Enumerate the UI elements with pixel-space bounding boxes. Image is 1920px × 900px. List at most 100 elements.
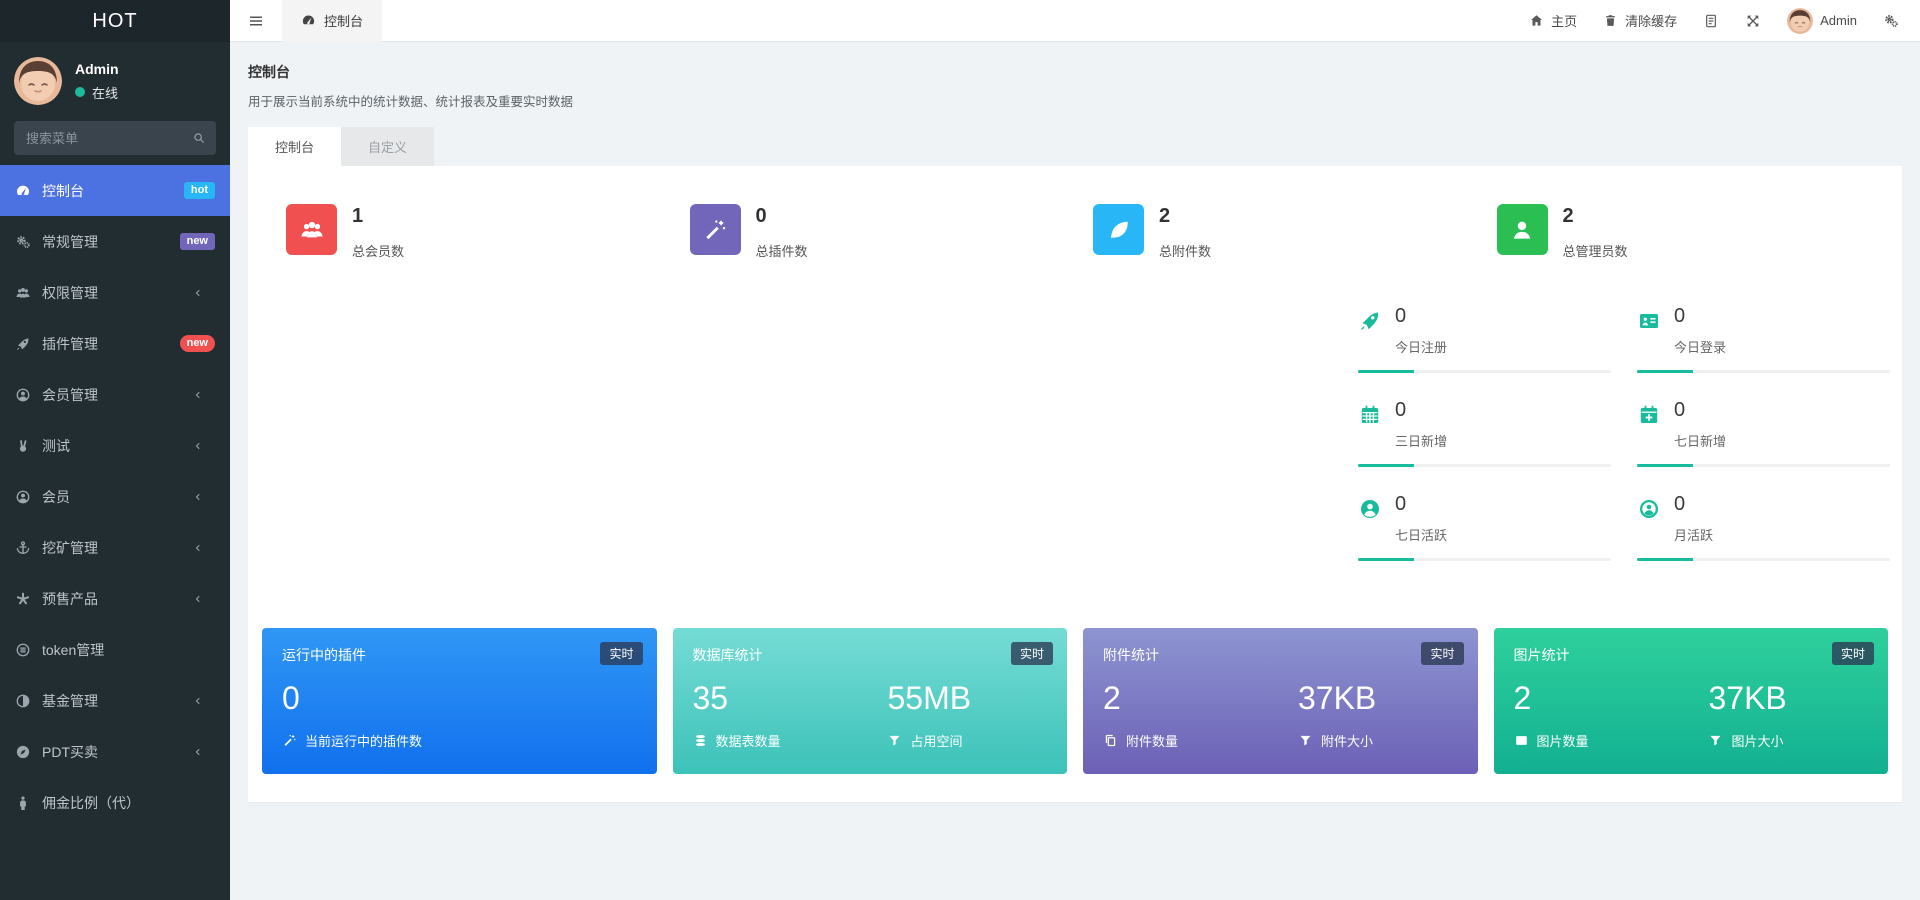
- sidebar-item-label: 权限管理: [42, 283, 98, 303]
- copy-icon: [1103, 733, 1118, 748]
- topbar-user-label: Admin: [1820, 13, 1857, 28]
- bars-icon: [247, 12, 265, 30]
- card-running-plugins: 运行中的插件 实时 0 当前运行中的插件数: [262, 628, 657, 774]
- compass-icon: [15, 744, 31, 760]
- sidebar-item-plugins[interactable]: 插件管理 new: [0, 318, 230, 369]
- tachometer-icon: [15, 183, 31, 199]
- sidebar-item-presale[interactable]: 预售产品: [0, 573, 230, 624]
- sidebar-item-label: 基金管理: [42, 691, 98, 711]
- mini-label: 月活跃: [1674, 525, 1713, 544]
- online-dot: [75, 87, 85, 97]
- document-icon: [1703, 13, 1719, 29]
- sidebar-item-commission[interactable]: 佣金比例（代）: [0, 777, 230, 828]
- card-value: 0: [282, 682, 477, 714]
- sidebar-item-label: 挖矿管理: [42, 538, 98, 558]
- chevron-left-icon: [192, 542, 204, 554]
- sidebar-item-test[interactable]: 测试: [0, 420, 230, 471]
- rocket-icon: [1358, 309, 1382, 333]
- chevron-left-icon: [192, 695, 204, 707]
- card-label: 附件大小: [1321, 731, 1373, 750]
- progress-bar: [1637, 464, 1890, 467]
- brand: HOT: [0, 0, 230, 42]
- user-circle-icon: [15, 489, 31, 505]
- image-icon: [1514, 733, 1529, 748]
- mini-label: 七日活跃: [1395, 525, 1447, 544]
- sidebar-item-label: 预售产品: [42, 589, 98, 609]
- fullscreen-button[interactable]: [1732, 0, 1774, 42]
- user-menu[interactable]: Admin: [1774, 0, 1870, 42]
- card-label: 图片大小: [1731, 731, 1783, 750]
- sidebar-item-general[interactable]: 常规管理 new: [0, 216, 230, 267]
- search-input[interactable]: [14, 121, 216, 155]
- trash-icon: [1603, 13, 1618, 28]
- wand-icon: [690, 204, 741, 255]
- card-value: 37KB: [1298, 682, 1376, 714]
- anchor-icon: [15, 540, 31, 556]
- calendar-icon: [1358, 403, 1382, 427]
- adjust-icon: [15, 693, 31, 709]
- wand-icon: [282, 733, 297, 748]
- dashboard-panel: 1总会员数 0总插件数 2总附件数 2总管理员数 0今日注册: [248, 166, 1902, 802]
- user-circle-icon: [15, 387, 31, 403]
- user-filled-icon: [1358, 497, 1382, 521]
- stat-total-attachments: 2总附件数: [1075, 204, 1479, 260]
- card-value: 35: [693, 682, 888, 714]
- card-value: 55MB: [887, 682, 971, 714]
- funnel-icon: [1298, 733, 1313, 748]
- summary-cards: 运行中的插件 实时 0 当前运行中的插件数 数据库统计 实时 3555MB 数据…: [262, 628, 1888, 774]
- stat-total-members: 1 总会员数: [268, 204, 672, 260]
- card-label: 当前运行中的插件数: [305, 731, 422, 750]
- main-content: 控制台 用于展示当前系统中的统计数据、统计报表及重要实时数据 控制台 自定义 1…: [230, 42, 1920, 900]
- card-label: 附件数量: [1126, 731, 1178, 750]
- mini-label: 七日新增: [1674, 431, 1726, 450]
- mini-stat-3day-new: 0三日新增: [1358, 398, 1611, 467]
- home-label: 主页: [1551, 11, 1577, 30]
- settings-button[interactable]: [1870, 0, 1912, 42]
- address-card-icon: [1637, 309, 1661, 333]
- sidebar-item-permissions[interactable]: 权限管理: [0, 267, 230, 318]
- stat-value: 1: [352, 206, 404, 226]
- card-title: 图片统计: [1514, 645, 1869, 665]
- realtime-badge: 实时: [600, 642, 642, 665]
- sidebar-item-mining[interactable]: 挖矿管理: [0, 522, 230, 573]
- tab-console[interactable]: 控制台: [248, 127, 341, 166]
- expand-icon: [1745, 13, 1761, 29]
- progress-bar: [1358, 370, 1611, 373]
- mini-value: 0: [1395, 306, 1447, 326]
- sidebar-toggle-button[interactable]: [230, 0, 282, 42]
- sidebar-item-console[interactable]: 控制台 hot: [0, 165, 230, 216]
- clear-cache-button[interactable]: 清除缓存: [1590, 0, 1690, 42]
- funnel-icon: [887, 733, 902, 748]
- user-status-label: 在线: [92, 83, 118, 102]
- sidebar-item-label: token管理: [42, 640, 104, 660]
- sidebar-item-members[interactable]: 会员管理: [0, 369, 230, 420]
- sidebar-item-label: 佣金比例（代）: [42, 793, 140, 813]
- language-button[interactable]: [1690, 0, 1732, 42]
- chevron-left-icon: [192, 389, 204, 401]
- search-icon: [192, 131, 206, 145]
- clear-cache-label: 清除缓存: [1625, 11, 1677, 30]
- sidebar-item-label: 会员: [42, 487, 70, 507]
- topbar-tab-console[interactable]: 控制台: [282, 0, 382, 42]
- stat-label: 总会员数: [352, 241, 404, 260]
- progress-bar: [1358, 558, 1611, 561]
- user-icon: [1497, 204, 1548, 255]
- stat-value: 2: [1563, 206, 1628, 226]
- sidebar-item-member[interactable]: 会员: [0, 471, 230, 522]
- sidebar-item-label: 会员管理: [42, 385, 98, 405]
- card-attachment-stats: 附件统计 实时 237KB 附件数量 附件大小: [1083, 628, 1478, 774]
- topbar-tab-label: 控制台: [324, 11, 363, 30]
- card-value: 37KB: [1708, 682, 1786, 714]
- sidebar-item-pdt-trade[interactable]: PDT买卖: [0, 726, 230, 777]
- card-title: 数据库统计: [693, 645, 1048, 665]
- hot-badge: hot: [184, 182, 215, 199]
- home-button[interactable]: 主页: [1516, 0, 1590, 42]
- sidebar-item-token[interactable]: token管理: [0, 624, 230, 675]
- leaf-icon: [1093, 204, 1144, 255]
- progress-bar: [1358, 464, 1611, 467]
- menu-search: [14, 121, 216, 155]
- card-label: 图片数量: [1537, 731, 1589, 750]
- tab-custom[interactable]: 自定义: [341, 127, 434, 166]
- card-label: 数据表数量: [716, 731, 781, 750]
- sidebar-item-fund[interactable]: 基金管理: [0, 675, 230, 726]
